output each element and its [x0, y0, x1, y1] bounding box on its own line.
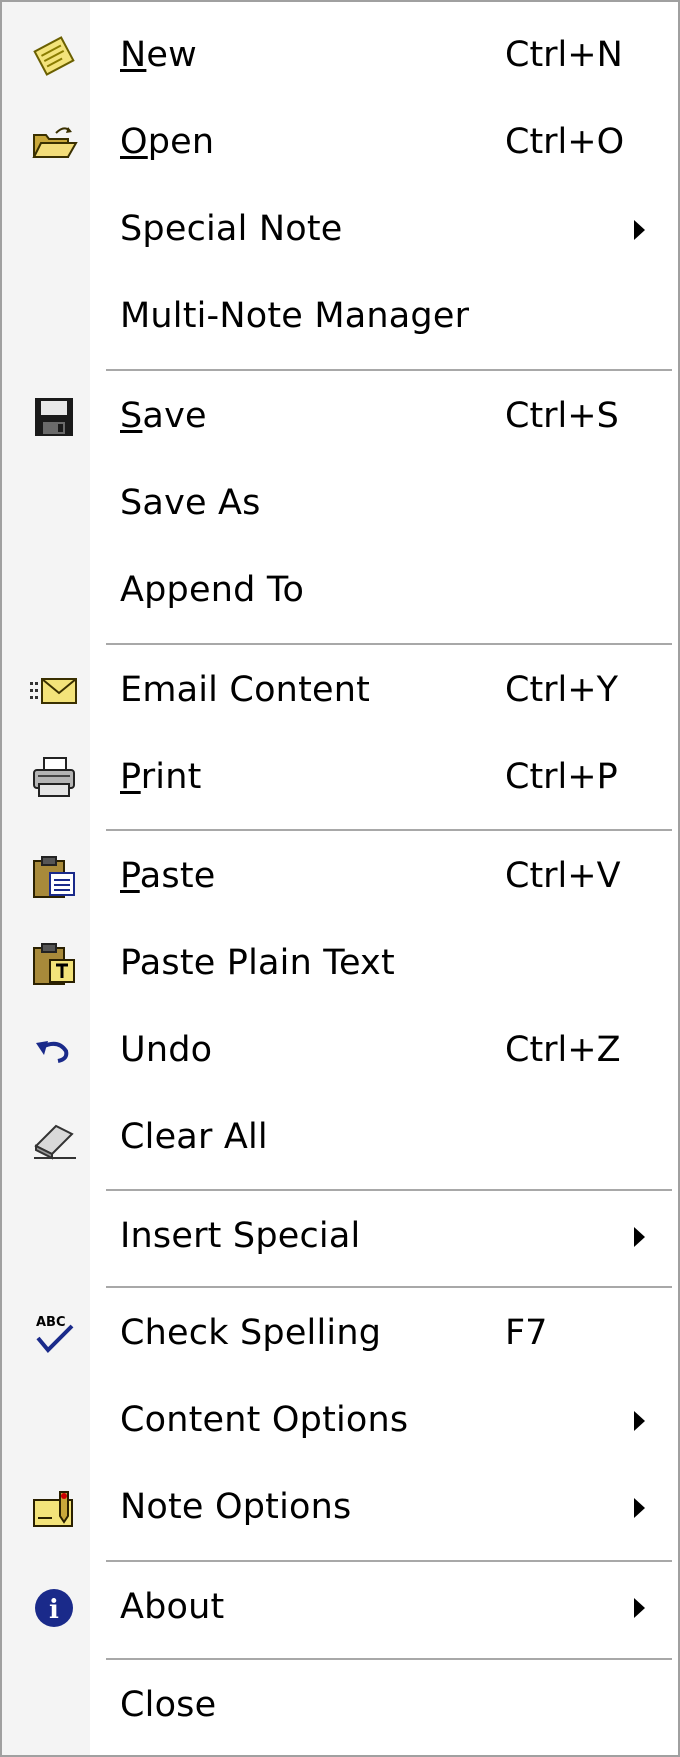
menu-item-label: About — [120, 1587, 225, 1627]
menu-item-label: Save — [120, 396, 207, 436]
menu-item-insert-special[interactable]: Insert Special — [2, 1193, 678, 1280]
menu-item-note-options[interactable]: Note Options — [2, 1464, 678, 1551]
shortcut-label: F7 — [505, 1313, 548, 1353]
menu-item-append-to[interactable]: Append To — [2, 547, 678, 634]
shortcut-label: Ctrl+N — [505, 35, 623, 75]
undo-arrow-icon — [30, 1029, 78, 1073]
menu-item-print[interactable]: Print Ctrl+P — [2, 734, 678, 821]
menu-item-label: Clear All — [120, 1117, 268, 1157]
shortcut-label: Ctrl+Z — [505, 1030, 621, 1070]
menu-separator — [106, 1286, 672, 1289]
menu-item-label: Paste Plain Text — [120, 943, 395, 983]
menu-separator — [106, 369, 672, 372]
menu-item-about[interactable]: i About — [2, 1564, 678, 1651]
submenu-arrow-icon — [634, 1227, 645, 1247]
svg-text:i: i — [49, 1595, 59, 1625]
menu-item-check-spelling[interactable]: ABC Check Spelling F7 — [2, 1290, 678, 1377]
menu-item-clear-all[interactable]: Clear All — [2, 1094, 678, 1181]
submenu-arrow-icon — [634, 1598, 645, 1618]
menu-item-label: Undo — [120, 1030, 213, 1070]
menu-item-close[interactable]: Close — [2, 1662, 678, 1749]
menu-item-label: Paste — [120, 856, 216, 896]
open-folder-icon — [30, 121, 78, 165]
spell-check-icon: ABC — [30, 1312, 78, 1356]
shortcut-label: Ctrl+V — [505, 856, 621, 896]
menu-item-paste[interactable]: Paste Ctrl+V — [2, 833, 678, 920]
submenu-arrow-icon — [634, 220, 645, 240]
menu-separator — [106, 829, 672, 832]
menu-item-undo[interactable]: Undo Ctrl+Z — [2, 1007, 678, 1094]
menu-separator — [106, 1560, 672, 1563]
menu-item-multi-note-manager[interactable]: Multi-Note Manager — [2, 273, 678, 360]
svg-text:ABC: ABC — [36, 1315, 66, 1330]
menu-item-label: Print — [120, 757, 202, 797]
menu-item-label: Append To — [120, 570, 305, 610]
clipboard-paste-icon — [30, 855, 78, 899]
submenu-arrow-icon — [634, 1498, 645, 1518]
eraser-icon — [30, 1116, 78, 1160]
menu-item-label: Close — [120, 1685, 217, 1725]
shortcut-label: Ctrl+P — [505, 757, 618, 797]
floppy-disk-icon — [30, 395, 78, 439]
menu-item-new[interactable]: New Ctrl+N — [2, 12, 678, 99]
shortcut-label: Ctrl+Y — [505, 670, 618, 710]
submenu-arrow-icon — [634, 1411, 645, 1431]
info-icon: i — [30, 1586, 78, 1630]
new-note-icon — [30, 34, 78, 78]
menu-item-special-note[interactable]: Special Note — [2, 186, 678, 273]
menu-item-label: Insert Special — [120, 1216, 361, 1256]
menu-item-content-options[interactable]: Content Options — [2, 1377, 678, 1464]
menu-item-label: Content Options — [120, 1400, 409, 1440]
menu-item-label: Special Note — [120, 209, 343, 249]
menu-item-save[interactable]: Save Ctrl+S — [2, 373, 678, 460]
menu-item-label: Email Content — [120, 670, 371, 710]
menu-item-label: Check Spelling — [120, 1313, 382, 1353]
menu-item-label: Note Options — [120, 1487, 352, 1527]
note-options-icon — [30, 1486, 78, 1530]
shortcut-label: Ctrl+S — [505, 396, 619, 436]
clipboard-plain-icon — [30, 942, 78, 986]
menu-item-label: New — [120, 35, 197, 75]
menu-item-label: Save As — [120, 483, 261, 523]
context-menu: New Ctrl+N Open Ctrl+O Special Note Mult… — [0, 0, 680, 1757]
menu-separator — [106, 643, 672, 646]
shortcut-label: Ctrl+O — [505, 122, 625, 162]
menu-separator — [106, 1658, 672, 1661]
menu-item-label: Open — [120, 122, 215, 162]
menu-item-open[interactable]: Open Ctrl+O — [2, 99, 678, 186]
menu-separator — [106, 1189, 672, 1192]
printer-icon — [30, 756, 78, 800]
menu-item-save-as[interactable]: Save As — [2, 460, 678, 547]
menu-item-label: Multi-Note Manager — [120, 296, 470, 336]
envelope-icon — [30, 669, 78, 713]
menu-item-email-content[interactable]: Email Content Ctrl+Y — [2, 647, 678, 734]
menu-item-paste-plain-text[interactable]: Paste Plain Text — [2, 920, 678, 1007]
